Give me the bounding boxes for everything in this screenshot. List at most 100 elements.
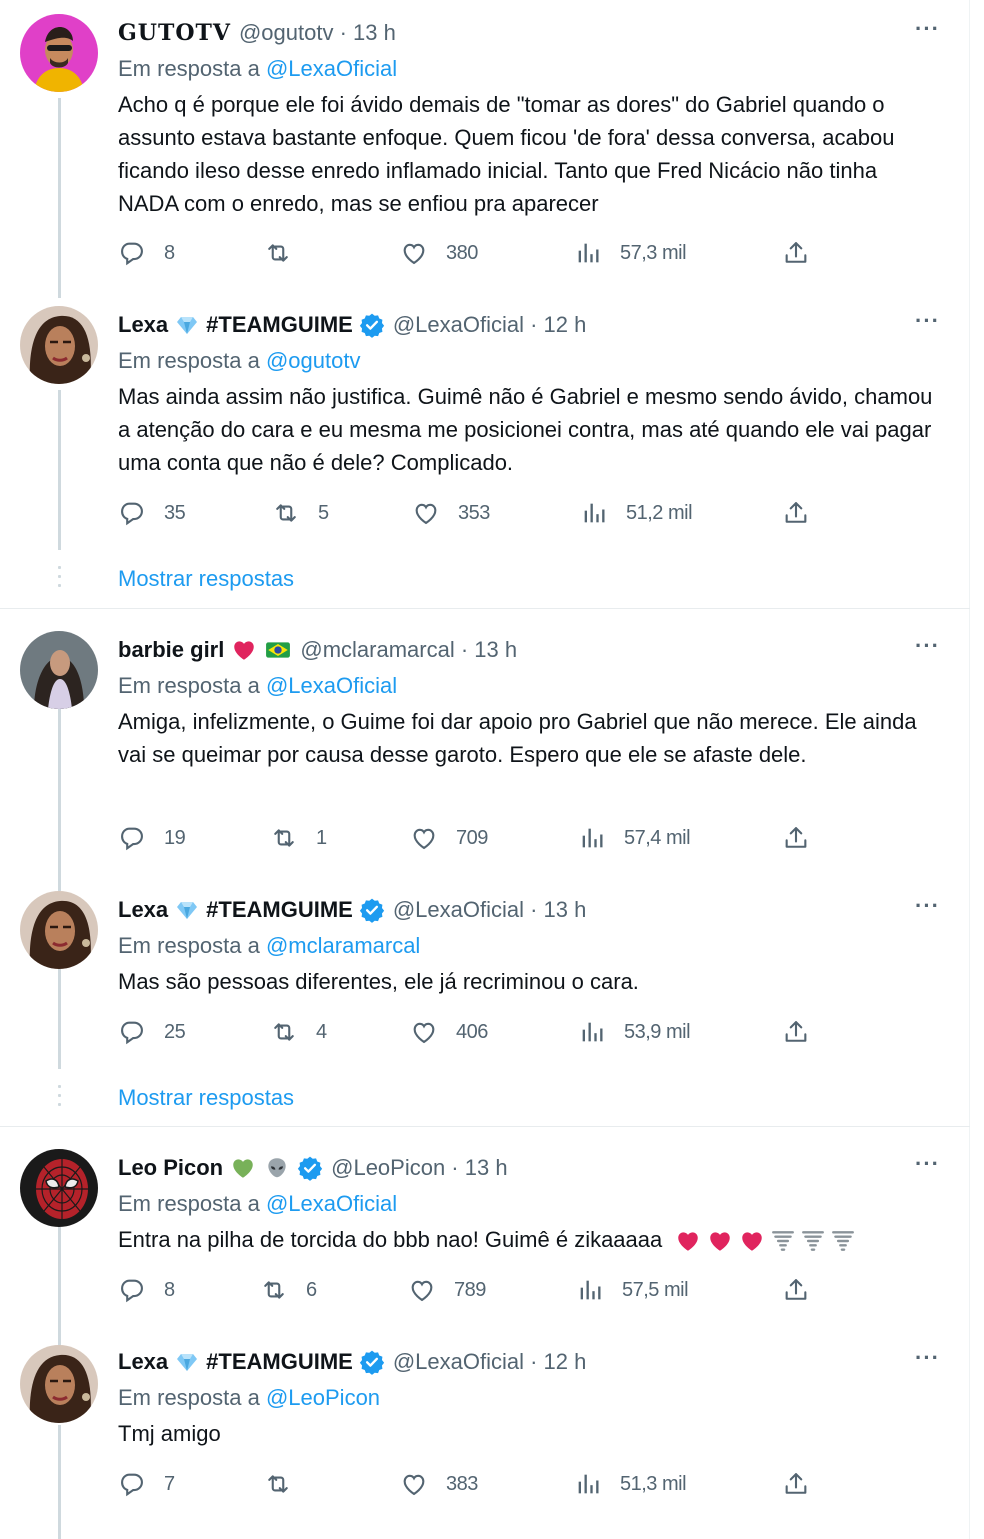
views-button[interactable]: 57,3 mil <box>574 238 687 268</box>
views-button[interactable]: 51,2 mil <box>580 498 693 528</box>
red-heart-icon <box>706 1228 734 1254</box>
avatar[interactable] <box>20 631 98 709</box>
mention-link[interactable]: @mclaramarcal <box>266 933 420 958</box>
author-tag[interactable]: #TEAMGUIME <box>206 1349 353 1375</box>
avatar[interactable] <box>20 891 98 969</box>
avatar-lexa <box>20 891 98 969</box>
like-button[interactable]: 383 <box>400 1469 478 1499</box>
views-button[interactable]: 57,4 mil <box>578 823 691 853</box>
reply-count: 35 <box>164 501 186 524</box>
author-handle[interactable]: @LexaOficial · 13 h <box>393 897 587 923</box>
author-handle[interactable]: @mclaramarcal · 13 h <box>300 637 517 663</box>
retweet-icon <box>270 1018 298 1046</box>
reply-button[interactable]: 8 <box>118 1275 175 1305</box>
reply-button[interactable]: 35 <box>118 498 186 528</box>
more-options-icon[interactable]: ··· <box>915 1345 940 1371</box>
thread-line <box>58 1227 61 1347</box>
author-handle[interactable]: @LeoPicon · 13 h <box>331 1155 507 1181</box>
reply-icon <box>118 1276 146 1304</box>
more-options-icon[interactable]: ··· <box>915 893 940 919</box>
share-icon <box>782 1276 810 1304</box>
mention-link[interactable]: @LexaOficial <box>266 1191 397 1216</box>
avatar[interactable] <box>20 306 98 384</box>
thread-1: GUTOTV @ogutotv · 13 h ··· Em resposta a… <box>0 0 970 608</box>
author-name[interactable]: barbie girl <box>118 637 224 663</box>
share-icon <box>782 499 810 527</box>
reply-button[interactable]: 25 <box>118 1017 186 1047</box>
show-replies-link[interactable]: Mostrar respostas <box>118 566 294 592</box>
author-handle[interactable]: @LexaOficial · 12 h <box>393 1349 587 1375</box>
share-button[interactable] <box>782 1017 810 1047</box>
author-name[interactable]: Lexa <box>118 1349 168 1375</box>
like-count: 709 <box>456 826 488 849</box>
author-handle[interactable]: @ogutotv · 13 h <box>239 20 396 46</box>
mention-link[interactable]: @ogutotv <box>266 348 361 373</box>
reply-button[interactable]: 7 <box>118 1469 175 1499</box>
avatar[interactable] <box>20 14 98 92</box>
tornado-icon <box>830 1228 856 1254</box>
tweet-header: Leo Picon @LeoPicon · 13 h <box>118 1151 940 1185</box>
share-button[interactable] <box>782 238 810 268</box>
like-button[interactable]: 789 <box>408 1275 486 1305</box>
retweet-button[interactable]: 5 <box>272 498 329 528</box>
share-button[interactable] <box>782 1469 810 1499</box>
reply-button[interactable]: 19 <box>118 823 186 853</box>
mention-link[interactable]: @LexaOficial <box>266 56 397 81</box>
retweet-button[interactable]: 4 <box>270 1017 327 1047</box>
view-count: 51,3 mil <box>620 1472 687 1495</box>
author-tag[interactable]: #TEAMGUIME <box>206 312 353 338</box>
tweet-body: Lexa #TEAMGUIME @LexaOficial · 12 h ··· … <box>118 308 940 479</box>
views-button[interactable]: 53,9 mil <box>578 1017 691 1047</box>
reply-icon <box>118 1018 146 1046</box>
mention-link[interactable]: @LexaOficial <box>266 673 397 698</box>
retweet-button[interactable]: 1 <box>270 823 327 853</box>
retweet-icon <box>272 499 300 527</box>
share-button[interactable] <box>782 823 810 853</box>
more-options-icon[interactable]: ··· <box>915 1151 940 1177</box>
share-button[interactable] <box>782 1275 810 1305</box>
reply-count: 8 <box>164 1278 175 1301</box>
share-icon <box>782 1018 810 1046</box>
reply-count: 8 <box>164 241 175 264</box>
more-options-icon[interactable]: ··· <box>915 16 940 42</box>
more-options-icon[interactable]: ··· <box>915 633 940 659</box>
heart-icon <box>410 1018 438 1046</box>
avatar[interactable] <box>20 1345 98 1423</box>
thread-dots <box>58 566 61 593</box>
like-button[interactable]: 406 <box>410 1017 488 1047</box>
like-button[interactable]: 353 <box>412 498 490 528</box>
retweet-button[interactable] <box>264 238 310 268</box>
view-count: 57,5 mil <box>622 1278 689 1301</box>
mention-link[interactable]: @LeoPicon <box>266 1385 380 1410</box>
views-icon <box>578 1018 606 1046</box>
reply-button[interactable]: 8 <box>118 238 175 268</box>
share-button[interactable] <box>782 498 810 528</box>
avatar[interactable] <box>20 1149 98 1227</box>
show-replies-link[interactable]: Mostrar respostas <box>118 1085 294 1111</box>
author-name[interactable]: Lexa <box>118 897 168 923</box>
author-name[interactable]: GUTOTV <box>118 20 231 46</box>
like-button[interactable]: 380 <box>400 238 478 268</box>
reply-icon <box>118 499 146 527</box>
tweet-body: Lexa #TEAMGUIME @LexaOficial · 12 h ··· … <box>118 1345 940 1450</box>
more-options-icon[interactable]: ··· <box>915 308 940 334</box>
view-count: 53,9 mil <box>624 1020 691 1043</box>
like-button[interactable]: 709 <box>410 823 488 853</box>
author-tag[interactable]: #TEAMGUIME <box>206 897 353 923</box>
author-name[interactable]: Leo Picon <box>118 1155 223 1181</box>
tweet-header: Lexa #TEAMGUIME @LexaOficial · 12 h <box>118 1345 940 1379</box>
retweet-button[interactable]: 6 <box>260 1275 317 1305</box>
tweet-header: barbie girl @mclaramarcal · 13 h <box>118 633 940 667</box>
reply-context: Em resposta a @LexaOficial <box>118 669 940 703</box>
views-button[interactable]: 57,5 mil <box>576 1275 689 1305</box>
reply-icon <box>118 239 146 267</box>
reply-context: Em resposta a @ogutotv <box>118 344 940 378</box>
avatar-gutotv <box>20 14 98 92</box>
diamond-icon <box>174 313 200 337</box>
views-button[interactable]: 51,3 mil <box>574 1469 687 1499</box>
author-name[interactable]: Lexa <box>118 312 168 338</box>
views-icon <box>576 1276 604 1304</box>
retweet-button[interactable] <box>264 1469 310 1499</box>
author-handle[interactable]: @LexaOficial · 12 h <box>393 312 587 338</box>
views-icon <box>574 1470 602 1498</box>
